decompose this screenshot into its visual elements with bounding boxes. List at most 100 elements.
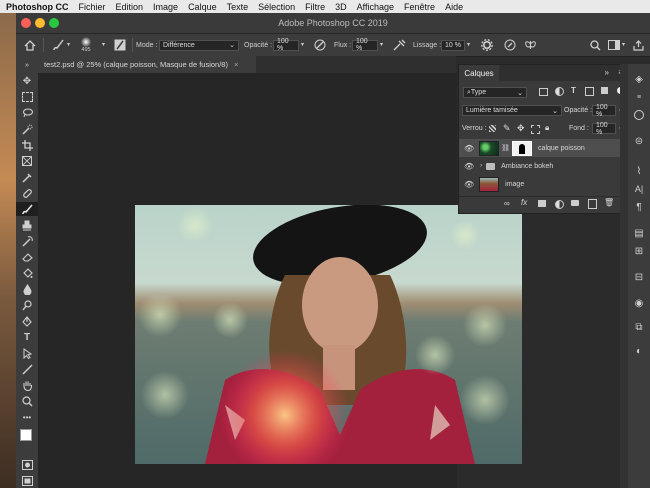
new-adjustment-layer-icon[interactable] bbox=[555, 200, 564, 209]
chain-link-icon[interactable]: ⛓︎ bbox=[501, 144, 510, 152]
menu-aide[interactable]: Aide bbox=[440, 2, 468, 12]
filter-smart-object-icon[interactable] bbox=[601, 87, 608, 94]
menu-3d[interactable]: 3D bbox=[330, 2, 352, 12]
layer-row-ambiance-bokeh[interactable]: 👁︎ › Ambiance bokeh bbox=[459, 157, 621, 175]
smoothing-options-button[interactable] bbox=[481, 34, 493, 56]
collapse-panel-icon[interactable]: » bbox=[605, 68, 609, 77]
layer-filter-select[interactable]: ⌕ Type ⌄ bbox=[463, 87, 527, 98]
history-brush-tool-icon[interactable] bbox=[16, 234, 38, 248]
new-group-icon[interactable] bbox=[571, 200, 579, 206]
eyedropper-tool-icon[interactable] bbox=[16, 170, 38, 184]
adjustments-panel-icon[interactable] bbox=[628, 108, 650, 122]
add-mask-icon[interactable] bbox=[538, 200, 546, 207]
link-layers-icon[interactable]: ∞ bbox=[504, 199, 510, 208]
line-tool-icon[interactable] bbox=[16, 362, 38, 376]
smoothing-field[interactable]: 10 % bbox=[441, 39, 465, 51]
chevron-right-icon[interactable]: › bbox=[480, 163, 482, 169]
menu-app-name[interactable]: Photoshop CC bbox=[0, 2, 74, 12]
brushes-panel-icon[interactable]: ⌇ bbox=[628, 164, 650, 178]
lock-pixels-icon[interactable]: ✎ bbox=[503, 123, 511, 134]
healing-brush-tool-icon[interactable] bbox=[16, 186, 38, 200]
color-panel-icon[interactable]: ◉ bbox=[628, 296, 650, 310]
brush-tool-preset-picker[interactable]: ▾ bbox=[52, 34, 70, 56]
layer-style-icon[interactable]: fx bbox=[521, 198, 527, 207]
layer-blend-mode-select[interactable]: Lumière tamisée ⌄ bbox=[462, 105, 562, 116]
lock-transparency-icon[interactable] bbox=[489, 125, 496, 132]
paths-panel-icon[interactable]: ◐ bbox=[628, 344, 650, 358]
layer-row-calque-poisson[interactable]: 👁︎ ⛓︎ calque poisson bbox=[459, 139, 621, 157]
eraser-tool-icon[interactable] bbox=[16, 250, 38, 264]
quick-selection-tool-icon[interactable] bbox=[16, 122, 38, 136]
search-button[interactable] bbox=[590, 34, 601, 56]
chevron-down-icon[interactable]: ▾ bbox=[467, 34, 470, 56]
menu-fenetre[interactable]: Fenêtre bbox=[399, 2, 440, 12]
move-tool-icon[interactable]: ✥ bbox=[16, 74, 38, 88]
layer-row-image[interactable]: 👁︎ image bbox=[459, 175, 621, 193]
channels-panel-icon[interactable]: ⧉ bbox=[628, 320, 650, 334]
brush-tool-icon[interactable] bbox=[16, 202, 38, 216]
layer-mask-thumbnail[interactable] bbox=[512, 140, 533, 156]
opacity-field[interactable]: 100 % bbox=[273, 38, 299, 52]
foreground-color-swatch[interactable] bbox=[20, 429, 32, 441]
marquee-tool-icon[interactable] bbox=[16, 90, 38, 104]
menu-edition[interactable]: Edition bbox=[111, 2, 149, 12]
menu-texte[interactable]: Texte bbox=[222, 2, 254, 12]
paint-bucket-tool-icon[interactable] bbox=[16, 266, 38, 280]
airbrush-button[interactable] bbox=[393, 34, 406, 56]
filter-adjustment-icon[interactable] bbox=[555, 87, 564, 96]
share-button[interactable] bbox=[633, 34, 644, 56]
visibility-eye-icon[interactable]: 👁︎ bbox=[464, 180, 474, 189]
new-layer-icon[interactable] bbox=[588, 199, 597, 209]
frame-tool-icon[interactable] bbox=[16, 154, 38, 168]
layer-fill-field[interactable]: 100 % bbox=[592, 122, 616, 136]
swatches-panel-icon[interactable]: ⊟ bbox=[628, 270, 650, 284]
delete-layer-icon[interactable]: 🗑︎ bbox=[604, 198, 614, 207]
pressure-opacity-button[interactable] bbox=[314, 34, 326, 56]
hand-tool-icon[interactable] bbox=[16, 378, 38, 392]
path-selection-tool-icon[interactable] bbox=[16, 346, 38, 360]
history-panel-icon[interactable]: ⊜ bbox=[628, 134, 650, 148]
flow-field[interactable]: 100 % bbox=[352, 38, 378, 52]
brush-size-picker[interactable]: 495 bbox=[81, 34, 91, 56]
close-document-icon[interactable]: × bbox=[234, 60, 238, 69]
pressure-size-button[interactable] bbox=[504, 34, 516, 56]
home-button[interactable] bbox=[24, 34, 36, 56]
workspace-button[interactable]: ▾ bbox=[608, 34, 625, 56]
menu-calque[interactable]: Calque bbox=[183, 2, 222, 12]
filter-pixel-icon[interactable] bbox=[539, 88, 548, 96]
properties-panel-icon[interactable]: ⊞ bbox=[628, 244, 650, 258]
dodge-tool-icon[interactable] bbox=[16, 298, 38, 312]
blur-tool-icon[interactable] bbox=[16, 282, 38, 296]
visibility-eye-icon[interactable]: 👁︎ bbox=[464, 162, 474, 171]
document-tab[interactable]: test2.psd @ 25% (calque poisson, Masque … bbox=[38, 56, 256, 73]
crop-tool-icon[interactable] bbox=[16, 138, 38, 152]
chevron-down-icon[interactable]: ▾ bbox=[102, 34, 105, 56]
type-tool-icon[interactable]: T bbox=[16, 330, 38, 344]
blend-mode-select[interactable]: Différence ⌄ bbox=[159, 39, 239, 51]
menu-selection[interactable]: Sélection bbox=[253, 2, 300, 12]
lasso-tool-icon[interactable] bbox=[16, 106, 38, 120]
menu-filtre[interactable]: Filtre bbox=[300, 2, 330, 12]
menu-affichage[interactable]: Affichage bbox=[352, 2, 399, 12]
expand-toolbar-icon[interactable]: » bbox=[16, 58, 38, 72]
more-tools-icon[interactable]: ••• bbox=[16, 410, 38, 424]
symmetry-button[interactable] bbox=[524, 34, 537, 56]
document-image[interactable] bbox=[135, 205, 522, 464]
layers-panel-icon[interactable]: ◈ bbox=[628, 72, 650, 86]
clone-stamp-tool-icon[interactable] bbox=[16, 218, 38, 232]
paragraph-panel-icon[interactable]: ¶ bbox=[628, 200, 650, 214]
menu-image[interactable]: Image bbox=[148, 2, 183, 12]
character-panel-icon[interactable]: A| bbox=[628, 182, 650, 196]
visibility-eye-icon[interactable]: 👁︎ bbox=[464, 144, 474, 153]
quick-mask-icon[interactable] bbox=[16, 458, 38, 472]
menu-fichier[interactable]: Fichier bbox=[74, 2, 111, 12]
color-swatches[interactable] bbox=[16, 426, 38, 452]
layers-panel-tab[interactable]: Calques bbox=[459, 65, 499, 81]
dock-menu-icon[interactable]: ≡ bbox=[628, 90, 650, 104]
layer-opacity-field[interactable]: 100 % bbox=[592, 104, 616, 118]
filter-shape-icon[interactable] bbox=[585, 87, 594, 96]
lock-artboard-icon[interactable] bbox=[531, 125, 540, 134]
lock-all-icon[interactable]: 🔒︎ bbox=[545, 123, 549, 133]
filter-type-icon[interactable]: T bbox=[571, 86, 576, 95]
lock-position-icon[interactable]: ✥ bbox=[517, 123, 525, 134]
